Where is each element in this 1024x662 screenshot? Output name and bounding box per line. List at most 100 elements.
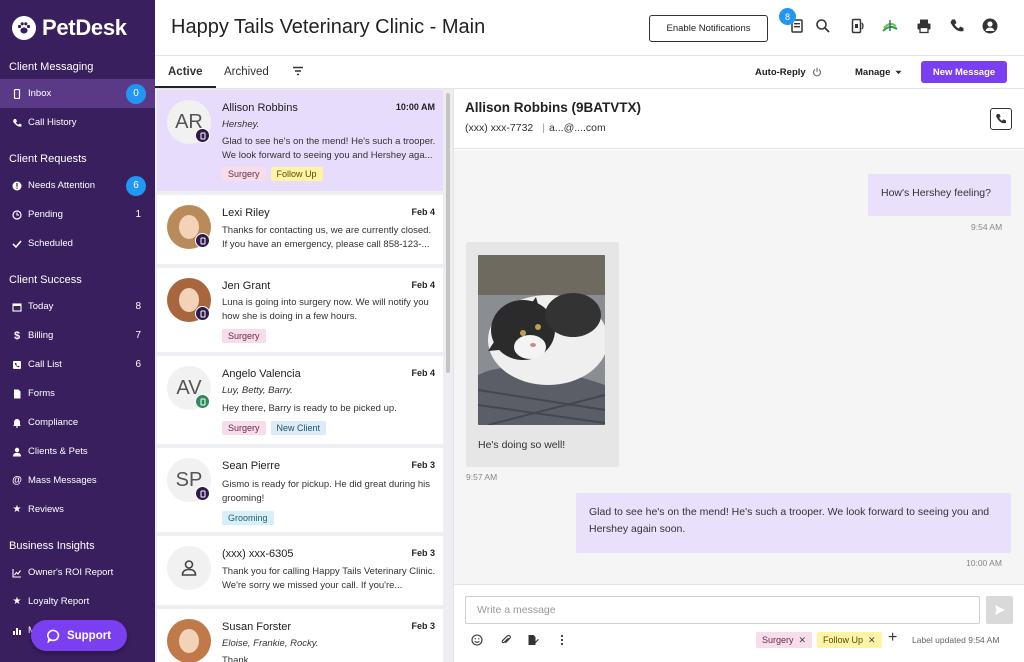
conversation-item-susan-forster[interactable]: Susan Forster Feb 3 Eloise, Frankie, Roc… [157,609,443,662]
conversation-item-unknown-number[interactable]: (xxx) xxx-6305 Feb 3 Thank you for calli… [157,536,443,605]
sidebar-item-owners-roi-report[interactable]: Owner's ROI Report [0,558,155,587]
message-timestamp: 9:54 AM [971,222,1003,232]
phone-icon[interactable] [948,17,966,35]
paperclip-icon[interactable] [499,633,513,647]
sidebar-item-call-list[interactable]: Call List 6 [0,350,155,379]
sidebar-item-label: Today [28,301,54,312]
sidebar-item-billing[interactable]: $ Billing 7 [0,321,155,350]
client-name: (xxx) xxx-6305 [222,548,294,560]
line-chart-icon [11,567,23,579]
sidebar-item-needs-attention[interactable]: Needs Attention 6 [0,171,155,200]
power-icon [812,67,821,77]
conversation-list-scrollbar[interactable] [445,89,451,662]
message-preview: Hey there, Barry is ready to be picked u… [222,403,397,414]
check-icon [11,238,23,250]
conversation-item-angelo-valencia[interactable]: AV Angelo Valencia Feb 4 Luy, Betty, Bar… [157,356,443,444]
app-user-badge-icon [195,486,210,501]
sidebar-item-clients-pets[interactable]: Clients & Pets [0,437,155,466]
sidebar-item-label: Billing [28,330,54,341]
sidebar-item-today[interactable]: Today 8 [0,292,155,321]
cat-photo-attachment[interactable] [478,255,605,425]
sidebar-item-mass-messages[interactable]: @ Mass Messages [0,466,155,495]
section-title-client-requests: Client Requests [9,153,87,165]
client-name: Allison Robbins [222,102,298,114]
account-avatar-icon[interactable] [981,17,999,35]
brand[interactable]: PetDesk [0,0,155,55]
person-outline-icon [181,560,197,576]
send-icon [994,605,1005,615]
paw-logo-icon [12,15,36,40]
auto-reply-toggle[interactable]: Auto-Reply [755,56,822,88]
dollar-icon: $ [13,329,21,342]
phone-icon [11,117,23,129]
sidebar-item-inbox[interactable]: Inbox 0 [0,79,155,108]
conversation-time: Feb 3 [411,621,435,631]
conversation-item-jen-grant[interactable]: Jen Grant Feb 4 Luna is going into surge… [157,268,443,352]
tab-archived[interactable]: Archived [224,56,269,88]
conversation-item-sean-pierre[interactable]: SP Sean Pierre Feb 3 Gismo is ready for … [157,448,443,532]
manage-dropdown[interactable]: Manage [855,56,902,88]
new-message-button[interactable]: New Message [921,61,1007,83]
pending-count: 1 [135,209,141,220]
sidebar-item-label: Mass Messages [28,475,97,486]
client-name: Angelo Valencia [222,368,301,380]
needs-attention-badge: 6 [126,175,146,196]
app-user-badge-icon [195,233,210,248]
sidebar-item-scheduled[interactable]: Scheduled [0,229,155,258]
applied-tag-follow-up[interactable]: Follow Up ✕ [817,632,882,648]
conversation-time: Feb 4 [411,368,435,378]
billing-count: 7 [135,330,141,341]
sidebar-item-compliance[interactable]: Compliance [0,408,155,437]
search-icon[interactable] [814,17,832,35]
star-icon: ★ [12,504,22,515]
enable-notifications-button[interactable]: Enable Notifications [649,15,768,42]
add-tag-icon[interactable]: + [888,629,897,647]
tag-label: Follow Up [823,635,864,645]
remove-tag-icon[interactable]: ✕ [868,635,876,646]
send-button[interactable] [986,596,1013,624]
sidebar-item-forms[interactable]: Forms [0,379,155,408]
emoji-icon[interactable] [470,633,484,647]
applied-tag-surgery[interactable]: Surgery ✕ [756,632,813,648]
device-sync-icon[interactable] [848,17,866,35]
printer-icon[interactable] [915,17,933,35]
notification-count-badge: 8 [779,8,796,25]
conversation-item-allison-robbins[interactable]: AR Allison Robbins 10:00 AM Hershey. Gla… [157,90,443,191]
integration-logo-icon[interactable] [881,17,899,35]
conversation-item-lexi-riley[interactable]: Lexi Riley Feb 4 Thanks for contacting u… [157,195,443,264]
cat-photo [478,255,605,425]
pet-names: Luy, Betty, Barry. [222,385,293,396]
message-preview: Glad to see he's on the mend! He's such … [222,136,436,161]
sidebar-item-loyalty-report[interactable]: ★ Loyalty Report [0,587,155,616]
scrollbar-thumb[interactable] [446,93,450,373]
chat-bubble-icon [47,629,60,643]
conversation-time: Feb 4 [411,280,435,290]
support-button[interactable]: Support [31,620,127,651]
sidebar-item-call-history[interactable]: Call History [0,108,155,137]
brand-name: PetDesk [42,14,127,40]
chat-pane: Allison Robbins (9BATVTX) (xxx) xxx-7732… [453,89,1024,662]
sidebar-item-reviews[interactable]: ★ Reviews [0,495,155,524]
tag-surgery: Surgery [222,421,266,435]
call-client-button[interactable] [990,108,1012,130]
sidebar-item-label: Pending [28,209,63,220]
client-name: Sean Pierre [222,460,281,472]
document-icon [11,388,23,400]
message-preview: Luna is going into surgery now. We will … [222,297,429,322]
tab-active[interactable]: Active [168,56,203,88]
message-input[interactable]: Write a message [465,596,980,624]
call-list-count: 6 [135,359,141,370]
more-options-icon[interactable] [555,633,569,647]
conversation-time: Feb 3 [411,548,435,558]
message-timestamp: 10:00 AM [966,558,1002,568]
sidebar-item-label: Owner's ROI Report [28,567,114,578]
star-icon: ★ [12,596,22,607]
form-sign-icon[interactable] [526,633,540,647]
filter-icon[interactable] [292,65,304,77]
remove-tag-icon[interactable]: ✕ [799,635,807,646]
sidebar-item-pending[interactable]: Pending 1 [0,200,155,229]
contact-separator: | [542,122,545,134]
sidebar-item-label: Call List [28,359,62,370]
section-title-client-success: Client Success [9,274,82,286]
tag-new-client: New Client [270,421,327,435]
